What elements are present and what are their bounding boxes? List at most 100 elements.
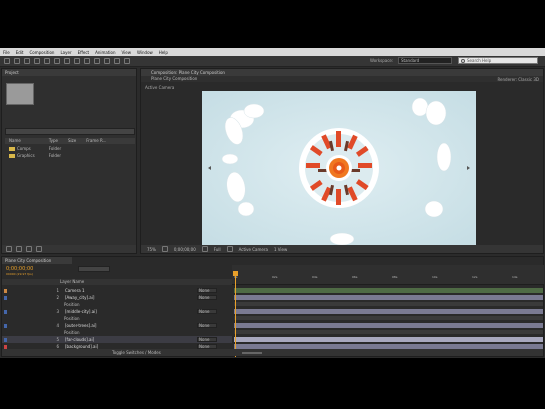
menu-composition[interactable]: Composition <box>29 50 54 55</box>
renderer-label[interactable]: Renderer: Classic 3D <box>497 77 539 82</box>
views-layout-select[interactable]: 1 View <box>274 247 287 252</box>
hand-tool-icon[interactable] <box>14 58 20 64</box>
layer-row[interactable]: 1 Camera 1 None <box>2 287 232 294</box>
layer-duration-bar[interactable] <box>234 323 543 328</box>
new-folder-icon[interactable] <box>16 246 22 252</box>
resolution-select[interactable]: Full <box>214 247 221 252</box>
label-color <box>4 309 7 314</box>
pen-tool-icon[interactable] <box>74 58 80 64</box>
layer-duration-bar[interactable] <box>234 295 543 300</box>
layer-duration-bar[interactable] <box>234 309 543 314</box>
composition-footer: 75% 0;00;00;00 Full Active Camera 1 View <box>141 245 543 253</box>
search-help-input[interactable]: Search Help <box>458 57 538 64</box>
menu-file[interactable]: File <box>3 50 10 55</box>
layer-name[interactable]: [Away_city].ai] <box>65 295 125 300</box>
column-type[interactable]: Type <box>49 138 58 144</box>
workspace-select[interactable]: Standard <box>398 57 452 64</box>
layer-row[interactable]: 4 [outer-trees].ai] None <box>2 322 232 329</box>
layer-number: 3 <box>56 309 59 314</box>
ruler-tick: 08s <box>392 275 398 279</box>
menu-layer[interactable]: Layer <box>60 50 71 55</box>
trash-icon[interactable] <box>36 246 42 252</box>
timeline-panel: Plane City Composition 0;00;00;00 00000 … <box>1 256 544 357</box>
column-size[interactable]: Size <box>68 138 76 144</box>
parent-select[interactable]: None <box>197 323 217 328</box>
composition-tab[interactable]: Composition: Plane City Composition <box>141 69 543 76</box>
project-tab[interactable]: Project <box>2 69 136 76</box>
property-row[interactable]: Position <box>2 329 232 336</box>
parent-select[interactable]: None <box>197 309 217 314</box>
folder-icon <box>9 147 15 151</box>
cloud <box>226 171 246 203</box>
property-track <box>234 316 543 320</box>
menu-window[interactable]: Window <box>137 50 153 55</box>
project-search-input[interactable] <box>5 128 135 135</box>
type-tool-icon[interactable] <box>84 58 90 64</box>
eraser-tool-icon[interactable] <box>114 58 120 64</box>
new-composition-icon[interactable] <box>26 246 32 252</box>
city-artwork <box>208 97 470 245</box>
layer-name-header[interactable]: Layer Name <box>2 279 232 285</box>
layer-name[interactable]: [outer-trees].ai] <box>65 323 125 328</box>
layer-name[interactable]: Camera 1 <box>65 288 125 293</box>
column-name[interactable]: Name <box>9 138 21 144</box>
pan-behind-tool-icon[interactable] <box>54 58 60 64</box>
layer-duration-bar[interactable] <box>234 337 543 342</box>
clone-tool-icon[interactable] <box>104 58 110 64</box>
layer-row-selected[interactable]: 5 [far-clouds].ai] None <box>2 336 232 343</box>
ruler-tick: 04s <box>312 275 318 279</box>
project-item[interactable]: Comps Folder <box>5 146 135 152</box>
rotate-tool-icon[interactable] <box>34 58 40 64</box>
left-marker-icon <box>208 166 211 170</box>
composition-subtab[interactable]: Plane City Composition <box>141 76 543 82</box>
toggle-switches-modes[interactable]: Toggle Switches / Modes <box>2 349 543 356</box>
time-ruler[interactable]: 0s 02s 04s 06s 08s 10s 12s 14s <box>232 265 544 285</box>
project-item[interactable]: Graphics Folder <box>5 153 135 159</box>
menu-effect[interactable]: Effect <box>78 50 90 55</box>
zoom-select[interactable]: 75% <box>147 247 156 252</box>
layer-duration-bar[interactable] <box>234 288 543 293</box>
menu-animation[interactable]: Animation <box>95 50 115 55</box>
current-time[interactable]: 0;00;00;00 <box>174 247 196 252</box>
ruler-tick: 06s <box>352 275 358 279</box>
parent-select[interactable]: None <box>197 337 217 342</box>
rectangle-tool-icon[interactable] <box>64 58 70 64</box>
label-color <box>4 344 7 349</box>
layer-row[interactable]: 3 [middle-city].ai] None <box>2 308 232 315</box>
layer-name[interactable]: [far-clouds].ai] <box>65 337 125 342</box>
cloud <box>329 232 355 245</box>
cloud <box>425 100 447 126</box>
camera-tool-icon[interactable] <box>44 58 50 64</box>
interpret-footage-icon[interactable] <box>6 246 12 252</box>
layer-number: 4 <box>56 323 59 328</box>
cloud <box>424 200 444 218</box>
selection-tool-icon[interactable] <box>4 58 10 64</box>
property-row[interactable]: Position <box>2 301 232 308</box>
project-item-type: Folder <box>48 146 62 151</box>
project-footer <box>2 245 136 253</box>
composition-viewer[interactable] <box>202 91 476 245</box>
grid-icon[interactable] <box>161 246 168 252</box>
after-effects-window: File Edit Composition Layer Effect Anima… <box>0 48 545 358</box>
menu-view[interactable]: View <box>122 50 132 55</box>
region-icon[interactable] <box>226 246 233 252</box>
ruler-tick: 02s <box>272 275 278 279</box>
zoom-tool-icon[interactable] <box>24 58 30 64</box>
column-frame-rate[interactable]: Frame R... <box>86 138 106 144</box>
current-time-indicator[interactable] <box>235 271 236 357</box>
snapshot-icon[interactable] <box>201 246 208 252</box>
brush-tool-icon[interactable] <box>94 58 100 64</box>
timeline-search-input[interactable] <box>78 266 110 272</box>
menu-edit[interactable]: Edit <box>16 50 24 55</box>
menu-help[interactable]: Help <box>159 50 168 55</box>
layer-name[interactable]: [middle-city].ai] <box>65 309 125 314</box>
puppet-tool-icon[interactable] <box>124 58 130 64</box>
parent-select[interactable]: None <box>197 288 217 293</box>
view-select[interactable]: Active Camera <box>239 247 268 252</box>
cloud <box>243 103 265 119</box>
parent-select[interactable]: None <box>197 295 217 300</box>
layer-row[interactable]: 2 [Away_city].ai] None <box>2 294 232 301</box>
timeline-zoom-slider[interactable] <box>242 352 262 354</box>
property-row[interactable]: Position <box>2 315 232 322</box>
timeline-tab[interactable]: Plane City Composition <box>2 257 72 264</box>
